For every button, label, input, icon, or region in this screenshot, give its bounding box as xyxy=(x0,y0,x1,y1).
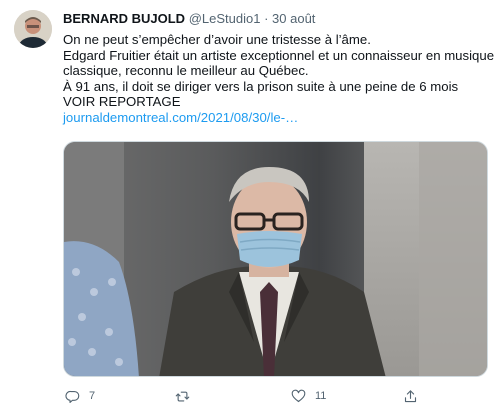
retweet-icon xyxy=(175,391,190,401)
separator-dot: · xyxy=(264,11,269,26)
tweet-actions: 7 11 xyxy=(63,383,488,409)
tweet-date[interactable]: 30 août xyxy=(272,11,315,26)
retweet-button[interactable] xyxy=(175,383,199,409)
tweet-text-line: À 91 ans, il doit se diriger vers la pri… xyxy=(63,78,459,94)
tweet-photo[interactable] xyxy=(63,141,488,377)
tweet-text-line: classique, reconnu le meilleur au Québec… xyxy=(63,63,309,79)
reply-button[interactable]: 7 xyxy=(65,383,95,409)
avatar-image xyxy=(14,10,52,48)
tweet[interactable]: BERNARD BUJOLD @LeStudio1 · 30 août On n… xyxy=(0,0,500,417)
reply-count: 7 xyxy=(89,390,96,402)
avatar[interactable] xyxy=(14,10,52,48)
tweet-header: BERNARD BUJOLD @LeStudio1 · 30 août xyxy=(63,11,315,27)
reply-icon xyxy=(65,390,80,403)
share-icon xyxy=(404,389,417,402)
photo-image xyxy=(64,142,487,376)
article-link[interactable]: journaldemontreal.com/2021/08/30/le-… xyxy=(63,110,488,126)
like-button[interactable]: 11 xyxy=(291,383,326,409)
tweet-text-line: VOIR REPORTAGE xyxy=(63,94,181,110)
heart-icon xyxy=(291,389,306,402)
tweet-text-line: Edgard Fruitier était un artiste excepti… xyxy=(63,47,495,63)
author-handle[interactable]: @LeStudio1 xyxy=(189,11,261,26)
tweet-text-line: On ne peut s’empêcher d’avoir une triste… xyxy=(63,32,371,47)
like-count: 11 xyxy=(315,390,327,402)
author-name[interactable]: BERNARD BUJOLD xyxy=(63,11,185,26)
tweet-text: On ne peut s’empêcher d’avoir une triste… xyxy=(63,32,495,126)
share-button[interactable] xyxy=(403,383,418,409)
